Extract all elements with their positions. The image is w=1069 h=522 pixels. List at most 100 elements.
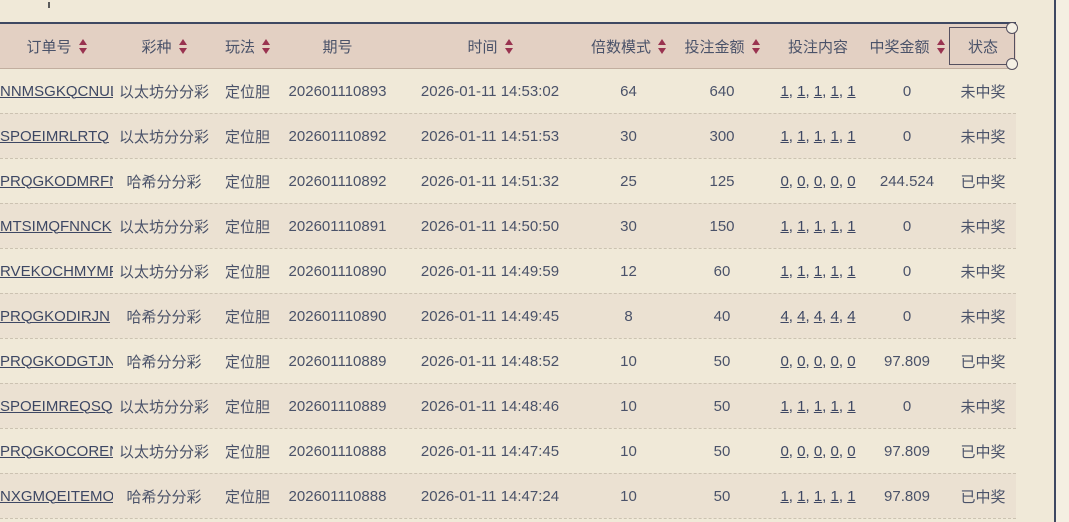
- play-method-cell: 定位胆: [215, 81, 280, 102]
- bet-amount-cell: 50: [672, 488, 772, 505]
- header-bet-content-label: 投注内容: [788, 36, 848, 57]
- bet-amount-cell: 300: [672, 128, 772, 145]
- bet-content-link[interactable]: 1, 1, 1, 1, 1: [772, 128, 864, 145]
- order-number-link[interactable]: NXGMQEITEMO: [0, 488, 113, 505]
- table-row: PRQGKODMRFN 哈希分分彩 定位胆 202601110892 2026-…: [0, 158, 1016, 203]
- bet-content-link[interactable]: 0, 0, 0, 0, 0: [772, 443, 864, 460]
- bet-content-link[interactable]: 4, 4, 4, 4, 4: [772, 308, 864, 325]
- win-amount-cell: 0: [864, 263, 950, 280]
- table-row: PRQGKOCOREN 以太坊分分彩 定位胆 202601110888 2026…: [0, 428, 1016, 473]
- period-number-cell: 202601110889: [280, 398, 395, 415]
- bet-time-cell: 2026-01-11 14:51:53: [395, 128, 585, 145]
- header-lottery-type-label: 彩种: [141, 36, 171, 57]
- table-row: RVEKOCHMYMP 以太坊分分彩 定位胆 202601110890 2026…: [0, 248, 1016, 293]
- table-row: MTSIMQFNNCK 以太坊分分彩 定位胆 202601110891 2026…: [0, 203, 1016, 248]
- multiplier-mode-cell: 10: [585, 488, 672, 505]
- header-multiplier-mode[interactable]: 倍数模式: [585, 24, 672, 68]
- win-amount-cell: 0: [864, 128, 950, 145]
- play-method-cell: 定位胆: [215, 396, 280, 417]
- bet-content-link[interactable]: 1, 1, 1, 1, 1: [772, 488, 864, 505]
- status-cell: 未中奖: [950, 216, 1016, 237]
- order-number-link[interactable]: SPOEIMRLRTQ: [0, 128, 113, 145]
- bet-content-link[interactable]: 1, 1, 1, 1, 1: [772, 218, 864, 235]
- sort-icon: [937, 39, 945, 54]
- text-cursor-artifact: [48, 2, 50, 8]
- lottery-type-cell: 以太坊分分彩: [113, 261, 215, 282]
- order-number-link[interactable]: NNMSGKQCNUL: [0, 83, 113, 100]
- bet-amount-cell: 125: [672, 173, 772, 190]
- lottery-type-cell: 以太坊分分彩: [113, 396, 215, 417]
- period-number-cell: 202601110892: [280, 173, 395, 190]
- multiplier-mode-cell: 10: [585, 443, 672, 460]
- header-multiplier-mode-label: 倍数模式: [591, 36, 651, 57]
- period-number-cell: 202601110890: [280, 263, 395, 280]
- header-play-method[interactable]: 玩法: [215, 24, 280, 68]
- table-row: NXGMQEITEMO 哈希分分彩 定位胆 202601110888 2026-…: [0, 473, 1016, 518]
- status-cell: 已中奖: [950, 351, 1016, 372]
- table-body: NNMSGKQCNUL 以太坊分分彩 定位胆 202601110893 2026…: [0, 69, 1016, 519]
- header-lottery-type[interactable]: 彩种: [113, 24, 215, 68]
- order-number-link[interactable]: MTSIMQFNNCK: [0, 218, 113, 235]
- lottery-type-cell: 哈希分分彩: [113, 306, 215, 327]
- header-win-amount[interactable]: 中奖金额: [864, 24, 950, 68]
- top-margin-strip: [0, 0, 1069, 22]
- period-number-cell: 202601110889: [280, 353, 395, 370]
- bet-time-cell: 2026-01-11 14:50:50: [395, 218, 585, 235]
- order-number-link[interactable]: PRQGKODMRFN: [0, 173, 113, 190]
- sort-icon: [752, 39, 760, 54]
- period-number-cell: 202601110888: [280, 443, 395, 460]
- multiplier-mode-cell: 8: [585, 308, 672, 325]
- header-order-no[interactable]: 订单号: [0, 24, 113, 68]
- bet-time-cell: 2026-01-11 14:53:02: [395, 83, 585, 100]
- sort-icon: [179, 39, 187, 54]
- bet-time-cell: 2026-01-11 14:47:45: [395, 443, 585, 460]
- order-number-link[interactable]: RVEKOCHMYMP: [0, 263, 113, 280]
- header-period-label: 期号: [322, 36, 352, 57]
- header-play-method-label: 玩法: [225, 36, 255, 57]
- order-number-link[interactable]: PRQGKODIRJN: [0, 308, 113, 325]
- bet-content-link[interactable]: 1, 1, 1, 1, 1: [772, 83, 864, 100]
- sort-icon: [658, 39, 666, 54]
- order-number-link[interactable]: PRQGKOCOREN: [0, 443, 113, 460]
- order-number-link[interactable]: PRQGKODGTJN: [0, 353, 113, 370]
- header-bet-amount[interactable]: 投注金额: [672, 24, 772, 68]
- lottery-type-cell: 哈希分分彩: [113, 351, 215, 372]
- table-header-row: 订单号 彩种 玩法 期号 时间 倍数模式 投注金额 投注内容: [0, 22, 1016, 69]
- multiplier-mode-cell: 64: [585, 83, 672, 100]
- win-amount-cell: 97.809: [864, 443, 950, 460]
- status-cell: 未中奖: [950, 396, 1016, 417]
- bet-amount-cell: 50: [672, 353, 772, 370]
- table-row: PRQGKODIRJN 哈希分分彩 定位胆 202601110890 2026-…: [0, 293, 1016, 338]
- period-number-cell: 202601110888: [280, 488, 395, 505]
- order-number-link[interactable]: SPOEIMREQSQ: [0, 398, 113, 415]
- bet-time-cell: 2026-01-11 14:48:46: [395, 398, 585, 415]
- win-amount-cell: 0: [864, 83, 950, 100]
- lottery-type-cell: 以太坊分分彩: [113, 81, 215, 102]
- play-method-cell: 定位胆: [215, 441, 280, 462]
- status-cell: 已中奖: [950, 441, 1016, 462]
- bet-content-link[interactable]: 1, 1, 1, 1, 1: [772, 263, 864, 280]
- play-method-cell: 定位胆: [215, 171, 280, 192]
- period-number-cell: 202601110892: [280, 128, 395, 145]
- play-method-cell: 定位胆: [215, 306, 280, 327]
- play-method-cell: 定位胆: [215, 126, 280, 147]
- header-order-no-label: 订单号: [26, 36, 71, 57]
- multiplier-mode-cell: 12: [585, 263, 672, 280]
- win-amount-cell: 0: [864, 218, 950, 235]
- bet-content-link[interactable]: 0, 0, 0, 0, 0: [772, 173, 864, 190]
- play-method-cell: 定位胆: [215, 261, 280, 282]
- table-row: NNMSGKQCNUL 以太坊分分彩 定位胆 202601110893 2026…: [0, 69, 1016, 113]
- win-amount-cell: 0: [864, 308, 950, 325]
- bet-amount-cell: 60: [672, 263, 772, 280]
- bet-content-link[interactable]: 1, 1, 1, 1, 1: [772, 398, 864, 415]
- status-cell: 未中奖: [950, 126, 1016, 147]
- bet-time-cell: 2026-01-11 14:49:45: [395, 308, 585, 325]
- table-row: SPOEIMREQSQ 以太坊分分彩 定位胆 202601110889 2026…: [0, 383, 1016, 428]
- status-cell: 未中奖: [950, 261, 1016, 282]
- bet-content-link[interactable]: 0, 0, 0, 0, 0: [772, 353, 864, 370]
- bet-time-cell: 2026-01-11 14:49:59: [395, 263, 585, 280]
- header-time[interactable]: 时间: [395, 24, 585, 68]
- right-gutter: [1056, 0, 1069, 522]
- header-status: 状态: [950, 24, 1016, 68]
- lottery-type-cell: 哈希分分彩: [113, 486, 215, 507]
